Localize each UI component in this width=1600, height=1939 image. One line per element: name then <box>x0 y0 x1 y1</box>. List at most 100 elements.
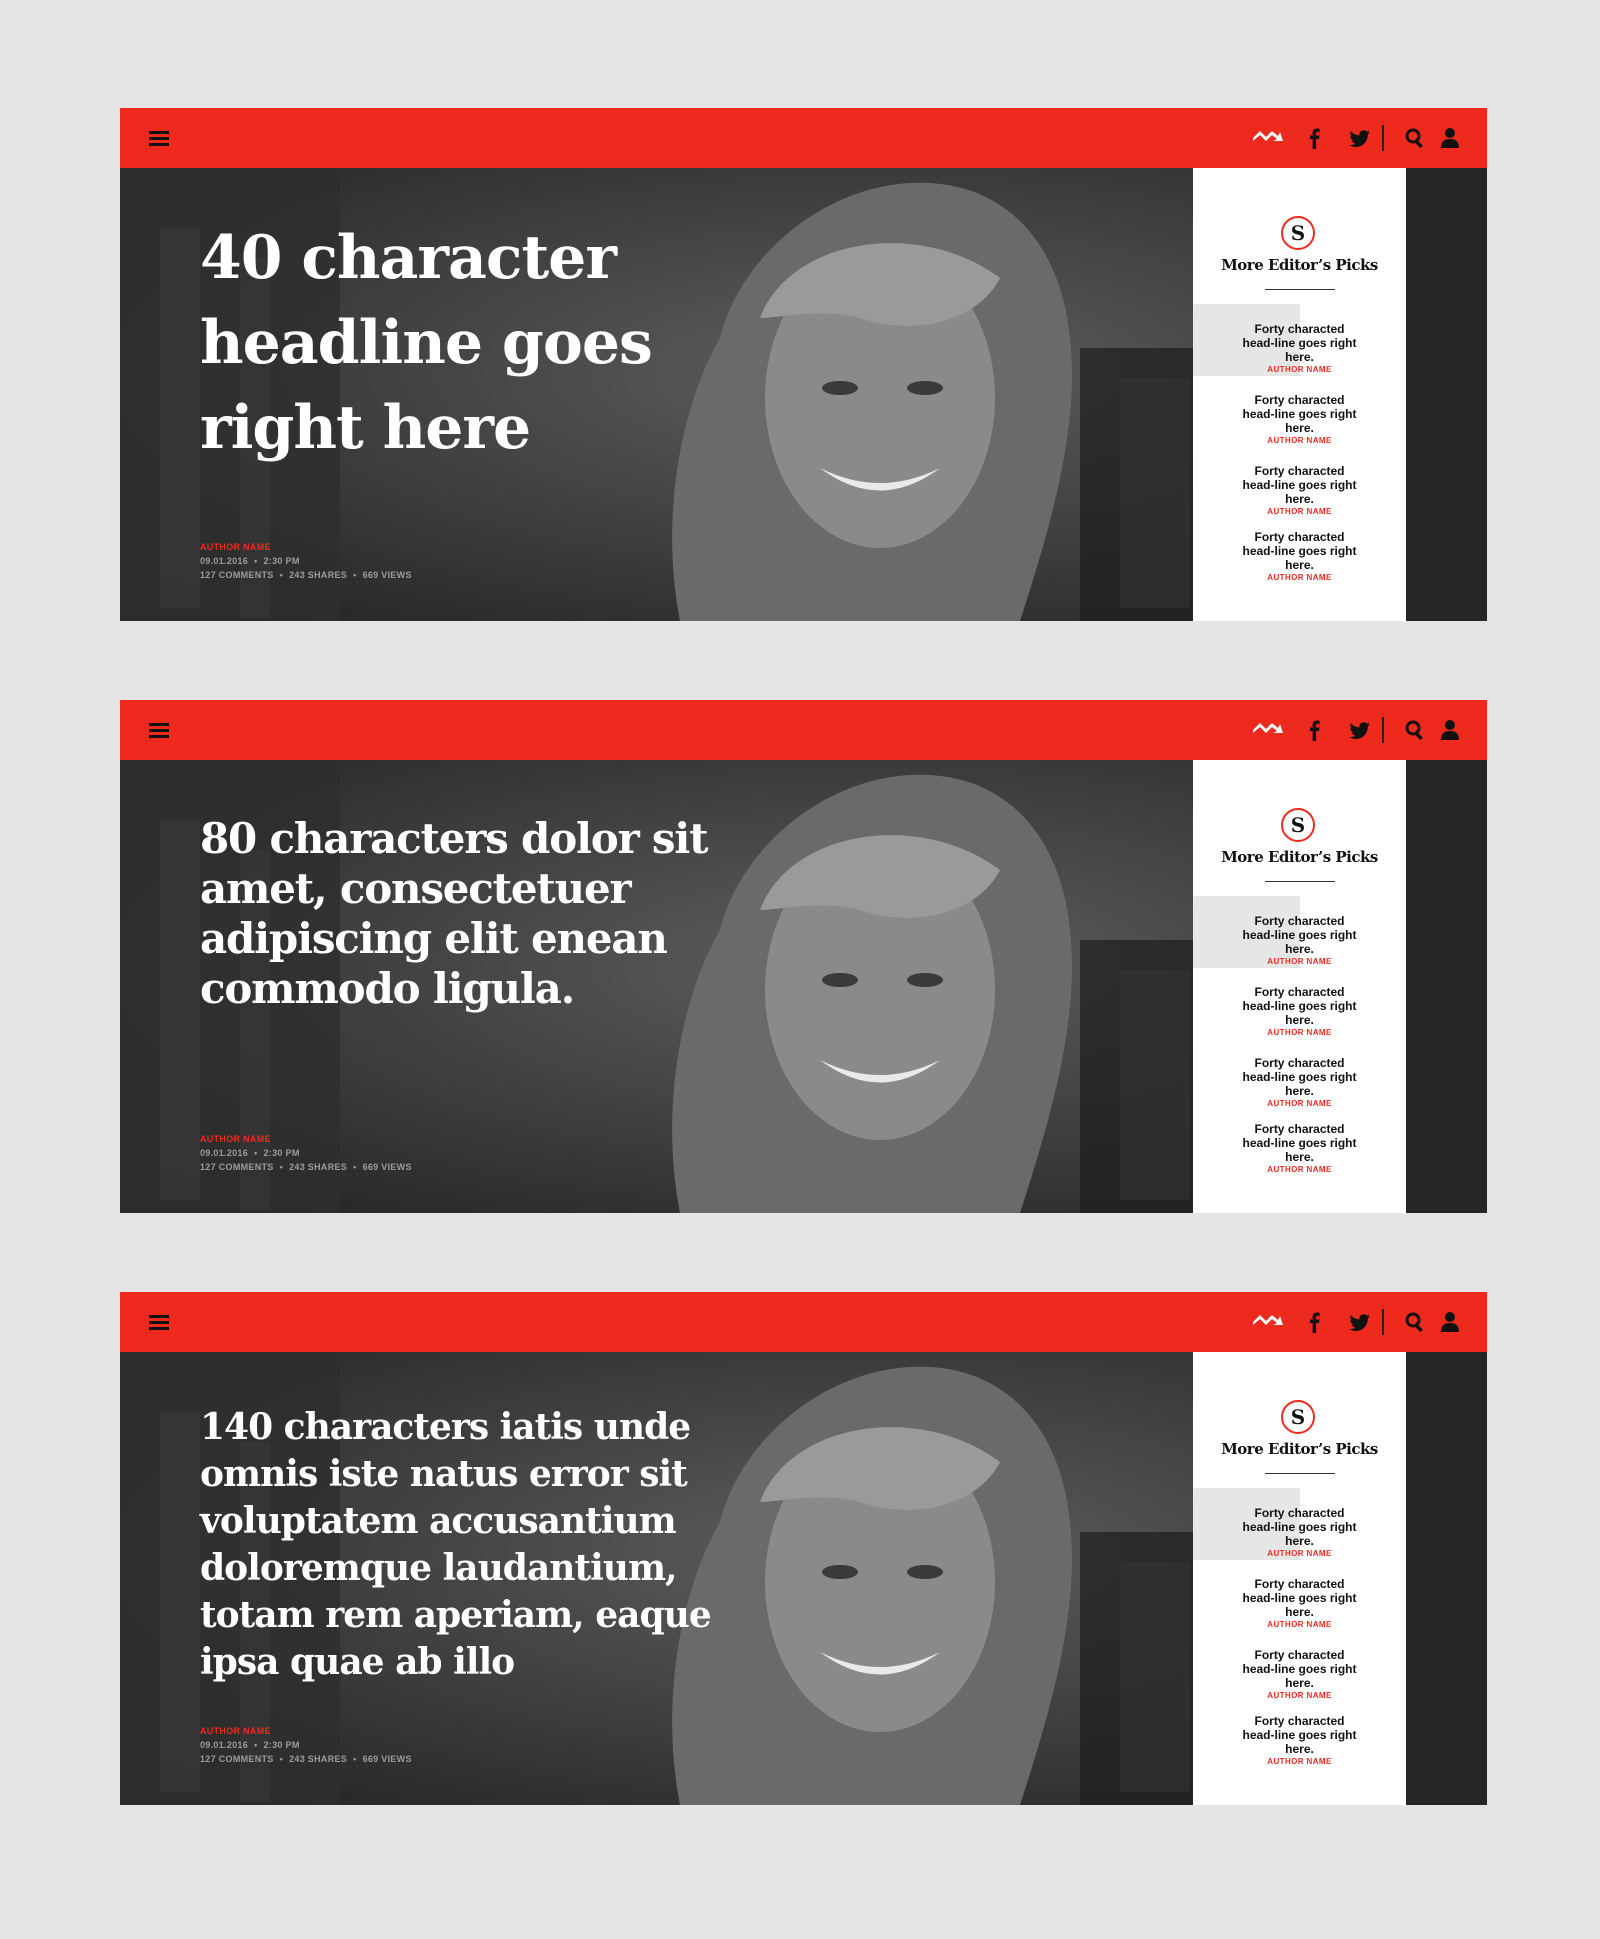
article-hero-variant-40: 40 character headline goes right here AU… <box>120 108 1487 621</box>
article-meta: AUTHOR NAME 09.01.2016 • 2:30 PM 127 COMME… <box>200 540 412 582</box>
views-count: 669 VIEWS <box>362 570 412 580</box>
date: 09.01.2016 <box>200 556 249 566</box>
top-bar <box>120 108 1487 168</box>
user-icon[interactable] <box>1440 717 1460 743</box>
pick-headline: Forty characted head-line goes right her… <box>1242 1577 1357 1619</box>
article-hero-variant-140: 140 characters iatis unde omnis iste nat… <box>120 1292 1487 1805</box>
pick-author: AUTHOR NAME <box>1267 573 1332 582</box>
pick-item[interactable]: Forty characted head-line goes right her… <box>1193 446 1406 518</box>
engagement-stats: 127 COMMENTS • 243 SHARES • 669 VIEWS <box>200 570 412 580</box>
pick-item[interactable]: Forty characted head-line goes right her… <box>1193 967 1406 1039</box>
pick-item[interactable]: Forty characted head-line goes right her… <box>1193 1559 1406 1631</box>
article-headline[interactable]: 140 characters iatis unde omnis iste nat… <box>200 1404 760 1686</box>
twitter-icon[interactable] <box>1348 1309 1372 1335</box>
pick-author: AUTHOR NAME <box>1267 1165 1332 1174</box>
facebook-icon[interactable] <box>1307 717 1323 743</box>
time: 2:30 PM <box>263 1148 300 1158</box>
topbar-divider <box>1382 125 1384 151</box>
time: 2:30 PM <box>263 1740 300 1750</box>
brand-icon[interactable] <box>1251 125 1285 151</box>
pick-item[interactable]: Forty characted head-line goes right her… <box>1193 512 1406 584</box>
date-time: 09.01.2016 • 2:30 PM <box>200 556 300 566</box>
pick-headline: Forty characted head-line goes right her… <box>1242 322 1357 364</box>
article-meta: AUTHOR NAME 09.01.2016 • 2:30 PM 127 COMME… <box>200 1724 412 1766</box>
pick-author: AUTHOR NAME <box>1267 365 1332 374</box>
brand-icon[interactable] <box>1251 1309 1285 1335</box>
pick-headline: Forty characted head-line goes right her… <box>1242 1122 1357 1164</box>
pick-item[interactable]: Forty characted head-line goes right her… <box>1193 375 1406 447</box>
article-headline[interactable]: 40 character headline goes right here <box>200 216 720 471</box>
site-logo-icon: S <box>1281 808 1315 842</box>
site-logo-icon: S <box>1281 216 1315 250</box>
pick-item[interactable]: Forty characted head-line goes right her… <box>1193 1630 1406 1702</box>
author-name[interactable]: AUTHOR NAME <box>200 1724 412 1738</box>
pick-item[interactable]: Forty characted head-line goes right her… <box>1193 896 1406 968</box>
pick-item[interactable]: Forty characted head-line goes right her… <box>1193 1104 1406 1176</box>
editors-picks-panel: S More Editor’s Picks Forty characted he… <box>1193 168 1406 621</box>
pick-author: AUTHOR NAME <box>1267 1757 1332 1766</box>
pick-headline: Forty characted head-line goes right her… <box>1242 1056 1357 1098</box>
pick-author: AUTHOR NAME <box>1267 436 1332 445</box>
pick-author: AUTHOR NAME <box>1267 957 1332 966</box>
views-count: 669 VIEWS <box>362 1162 412 1172</box>
pick-headline: Forty characted head-line goes right her… <box>1242 1648 1357 1690</box>
comments-count[interactable]: 127 COMMENTS <box>200 570 274 580</box>
search-icon[interactable] <box>1404 1309 1426 1335</box>
pick-headline: Forty characted head-line goes right her… <box>1242 530 1357 572</box>
author-name[interactable]: AUTHOR NAME <box>200 540 412 554</box>
pick-item[interactable]: Forty characted head-line goes right her… <box>1193 1038 1406 1110</box>
pick-headline: Forty characted head-line goes right her… <box>1242 1714 1357 1756</box>
time: 2:30 PM <box>263 556 300 566</box>
pick-author: AUTHOR NAME <box>1267 1549 1332 1558</box>
date-time: 09.01.2016 • 2:30 PM <box>200 1740 300 1750</box>
pick-item[interactable]: Forty characted head-line goes right her… <box>1193 1488 1406 1560</box>
picks-divider <box>1265 881 1335 882</box>
author-name[interactable]: AUTHOR NAME <box>200 1132 412 1146</box>
user-icon[interactable] <box>1440 125 1460 151</box>
site-logo-icon: S <box>1281 1400 1315 1434</box>
date: 09.01.2016 <box>200 1740 249 1750</box>
pick-headline: Forty characted head-line goes right her… <box>1242 464 1357 506</box>
comments-count[interactable]: 127 COMMENTS <box>200 1162 274 1172</box>
picks-divider <box>1265 1473 1335 1474</box>
search-icon[interactable] <box>1404 125 1426 151</box>
menu-icon[interactable] <box>147 1309 171 1335</box>
facebook-icon[interactable] <box>1307 1309 1323 1335</box>
pick-item[interactable]: Forty characted head-line goes right her… <box>1193 1696 1406 1768</box>
shares-count: 243 SHARES <box>289 1754 348 1764</box>
picks-divider <box>1265 289 1335 290</box>
picks-title: More Editor’s Picks <box>1221 256 1378 274</box>
shares-count: 243 SHARES <box>289 1162 348 1172</box>
hero: 40 character headline goes right here AU… <box>120 168 1487 621</box>
topbar-divider <box>1382 1309 1384 1335</box>
picks-title: More Editor’s Picks <box>1221 848 1378 866</box>
editors-picks-panel: S More Editor’s Picks Forty characted he… <box>1193 760 1406 1213</box>
article-hero-variant-80: 80 characters dolor sit amet, consectetu… <box>120 700 1487 1213</box>
engagement-stats: 127 COMMENTS • 243 SHARES • 669 VIEWS <box>200 1754 412 1764</box>
pick-author: AUTHOR NAME <box>1267 1620 1332 1629</box>
top-bar <box>120 1292 1487 1352</box>
date-time: 09.01.2016 • 2:30 PM <box>200 1148 300 1158</box>
hero: 140 characters iatis unde omnis iste nat… <box>120 1352 1487 1805</box>
pick-headline: Forty characted head-line goes right her… <box>1242 985 1357 1027</box>
pick-headline: Forty characted head-line goes right her… <box>1242 393 1357 435</box>
user-icon[interactable] <box>1440 1309 1460 1335</box>
pick-author: AUTHOR NAME <box>1267 1028 1332 1037</box>
brand-icon[interactable] <box>1251 717 1285 743</box>
shares-count: 243 SHARES <box>289 570 348 580</box>
menu-icon[interactable] <box>147 717 171 743</box>
search-icon[interactable] <box>1404 717 1426 743</box>
views-count: 669 VIEWS <box>362 1754 412 1764</box>
facebook-icon[interactable] <box>1307 125 1323 151</box>
editors-picks-panel: S More Editor’s Picks Forty characted he… <box>1193 1352 1406 1805</box>
topbar-divider <box>1382 717 1384 743</box>
pick-item[interactable]: Forty characted head-line goes right her… <box>1193 304 1406 376</box>
top-bar <box>120 700 1487 760</box>
menu-icon[interactable] <box>147 125 171 151</box>
comments-count[interactable]: 127 COMMENTS <box>200 1754 274 1764</box>
twitter-icon[interactable] <box>1348 125 1372 151</box>
engagement-stats: 127 COMMENTS • 243 SHARES • 669 VIEWS <box>200 1162 412 1172</box>
twitter-icon[interactable] <box>1348 717 1372 743</box>
article-headline[interactable]: 80 characters dolor sit amet, consectetu… <box>200 814 760 1014</box>
article-meta: AUTHOR NAME 09.01.2016 • 2:30 PM 127 COMME… <box>200 1132 412 1174</box>
